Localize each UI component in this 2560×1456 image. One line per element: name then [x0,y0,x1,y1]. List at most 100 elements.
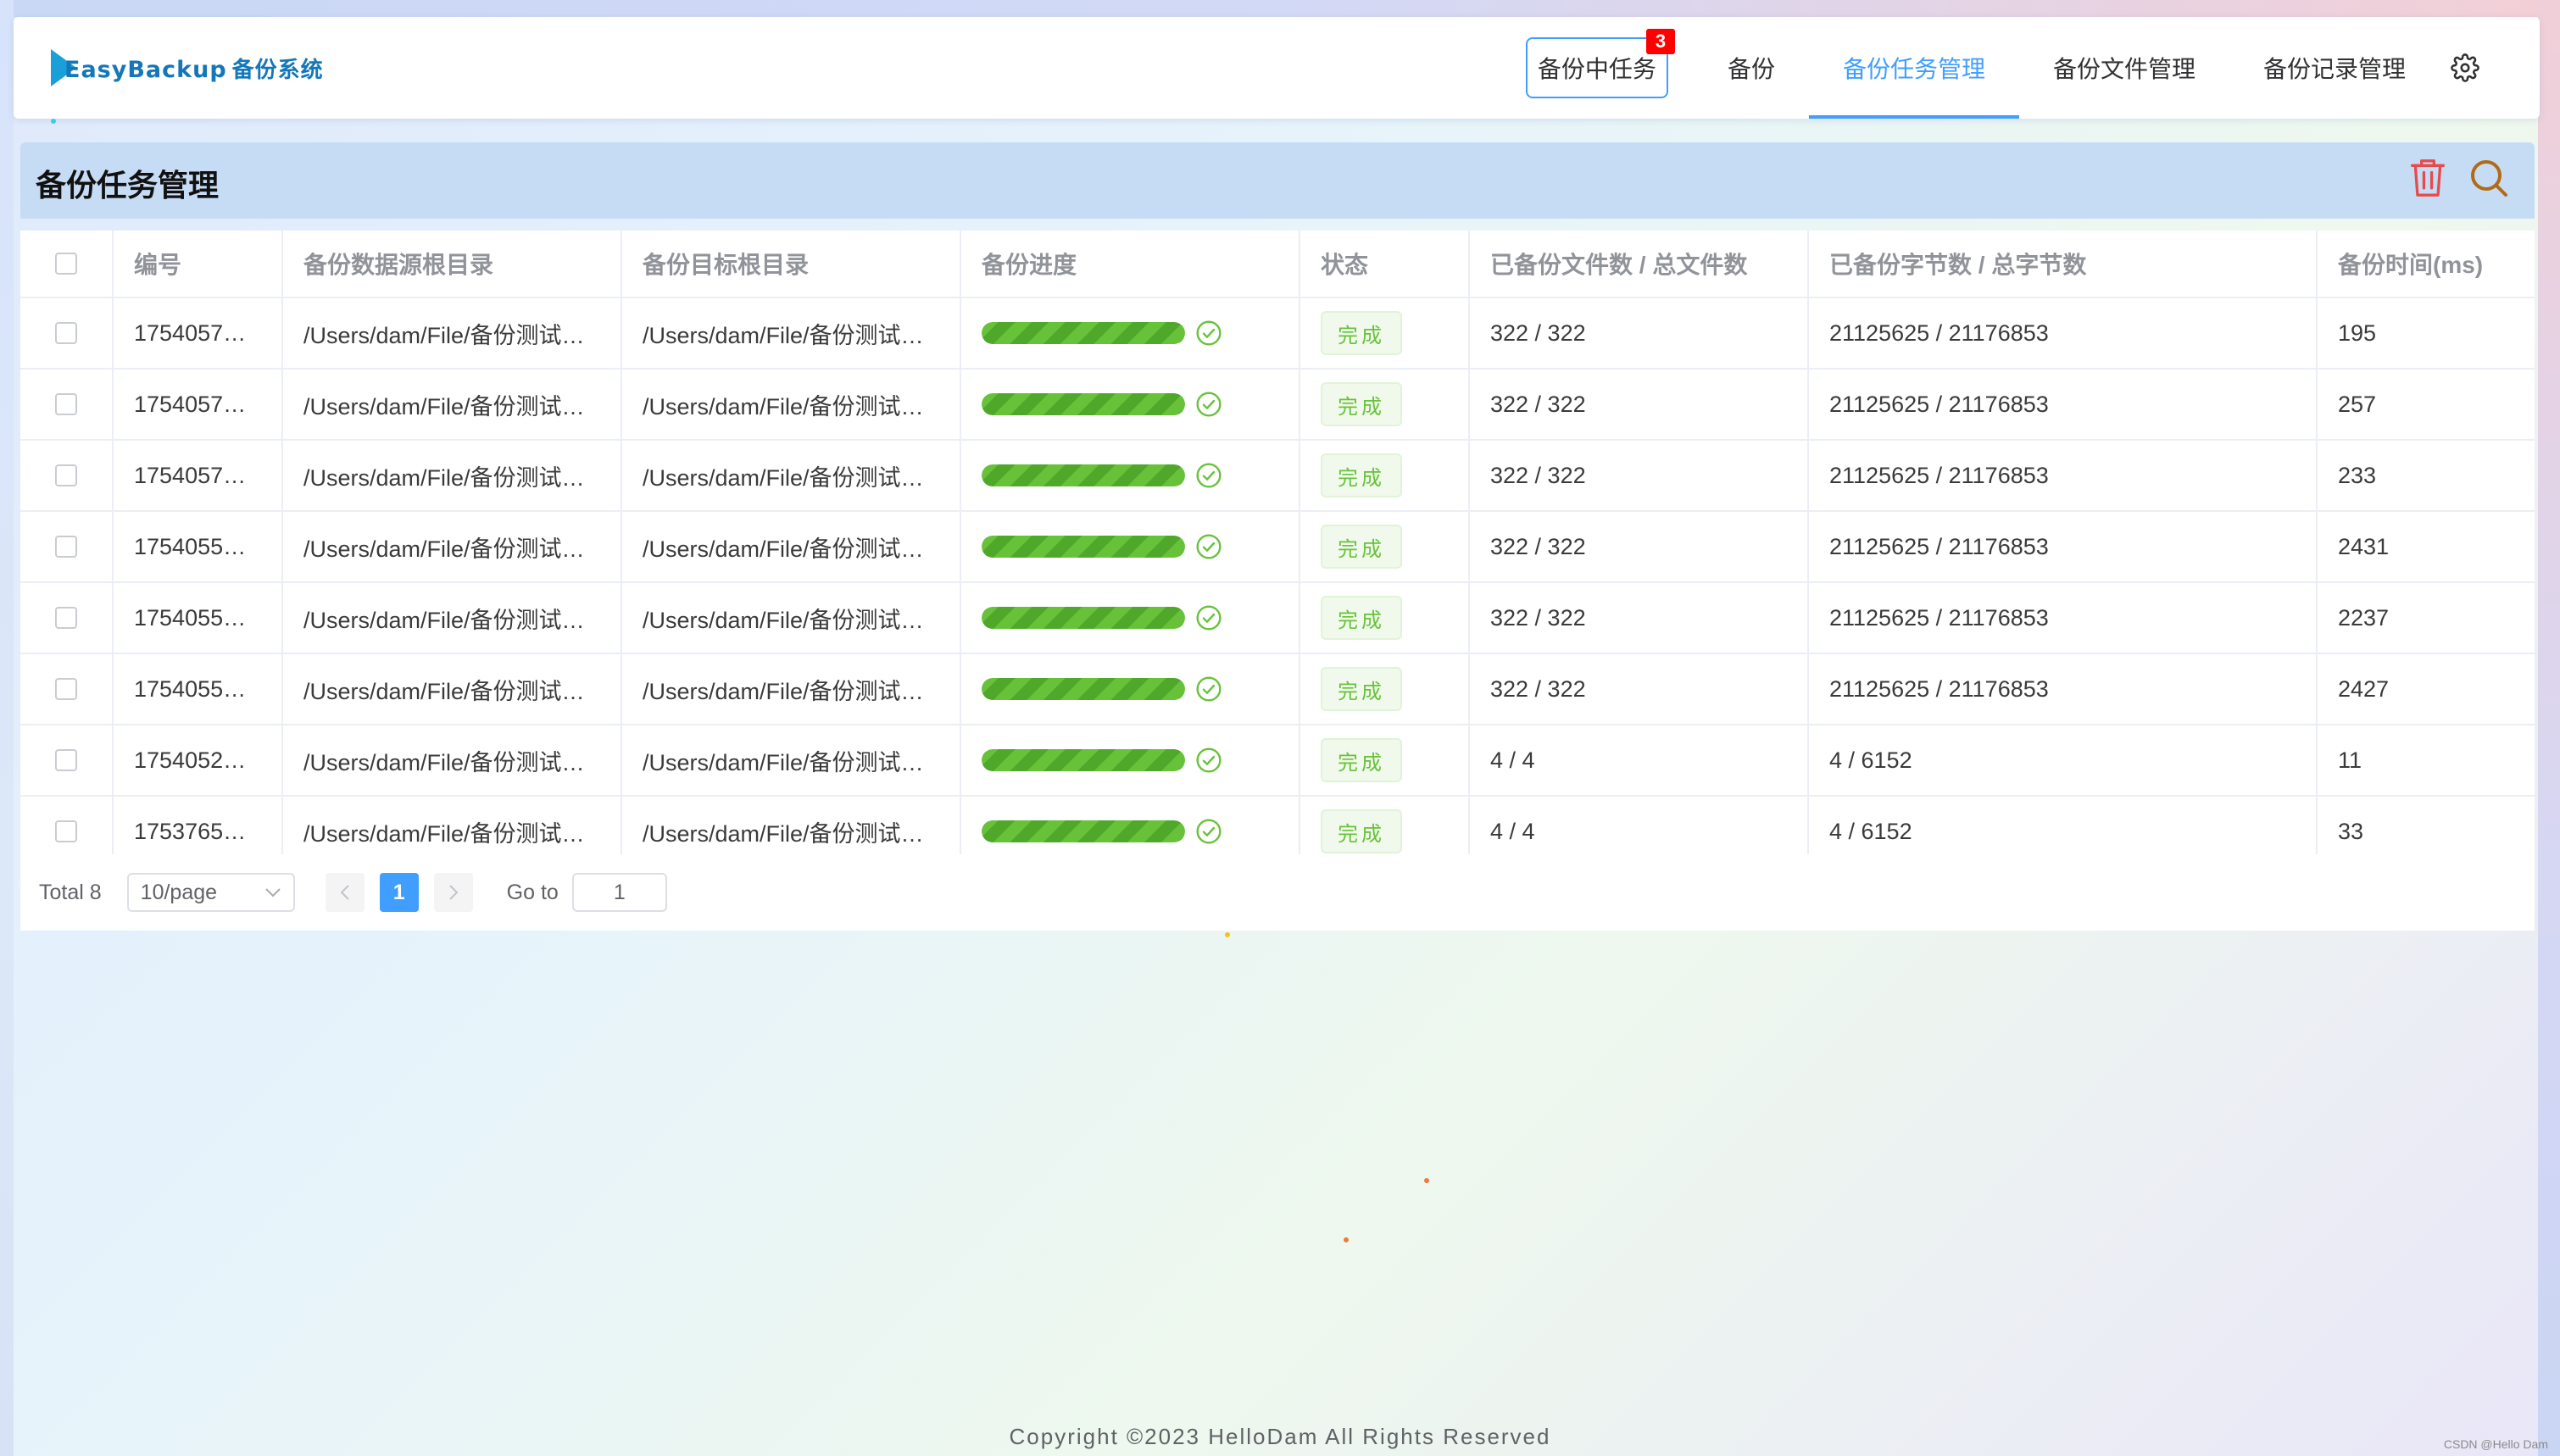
column-header-target[interactable]: 备份目标根目录 [622,231,961,297]
column-header-id[interactable]: 编号 [114,231,283,297]
table-row[interactable]: 1754052… /Users/dam/File/备份测试… /Users/da… [20,725,2535,797]
goto-page-input[interactable]: 1 [571,873,667,912]
logo-subtitle: 备份系统 [231,57,324,83]
file-count: 322 / 322 [1490,391,1586,417]
row-checkbox[interactable] [55,678,77,700]
backup-time: 2237 [2338,604,2390,631]
task-id: 1754057… [134,391,247,417]
table-row[interactable]: 1754055… /Users/dam/File/备份测试… /Users/da… [20,583,2535,654]
cell-source: /Users/dam/File/备份测试… [283,441,622,510]
column-header-source[interactable]: 备份数据源根目录 [283,231,622,297]
target-path: /Users/dam/File/备份测试… [643,393,924,420]
select-all-checkbox[interactable] [55,253,77,275]
byte-count: 4 / 6152 [1829,818,1912,844]
row-checkbox[interactable] [55,464,77,486]
cell-id: 1754057… [114,441,283,510]
byte-count: 21125625 / 21176853 [1829,604,2049,631]
delete-button[interactable] [2409,158,2446,203]
cell-target: /Users/dam/File/备份测试… [622,725,961,795]
row-checkbox[interactable] [55,322,77,344]
gear-icon [2451,53,2479,82]
cell-source: /Users/dam/File/备份测试… [283,654,622,724]
cell-bytes: 21125625 / 21176853 [1809,370,2318,439]
page-number-current[interactable]: 1 [379,873,419,912]
source-path: /Users/dam/File/备份测试… [303,607,585,633]
pagination-total: Total 8 [39,880,102,904]
cell-progress [961,725,1300,795]
progress-bar [982,678,1185,700]
table-row[interactable]: 1754057… /Users/dam/File/备份测试… /Users/da… [20,441,2535,512]
settings-button[interactable] [2440,17,2490,119]
cell-bytes: 4 / 6152 [1809,725,2318,795]
column-header-status[interactable]: 状态 [1300,231,1470,297]
column-header-files[interactable]: 已备份文件数 / 总文件数 [1470,231,1809,297]
backup-time: 2427 [2338,675,2390,702]
row-checkbox[interactable] [55,536,77,558]
cell-target: /Users/dam/File/备份测试… [622,512,961,581]
cell-files: 4 / 4 [1470,725,1809,795]
table-row[interactable]: 1754057… /Users/dam/File/备份测试… /Users/da… [20,370,2535,441]
page-size-value: 10/page [140,880,218,904]
check-circle-icon [1196,392,1222,417]
row-checkbox[interactable] [55,393,77,415]
byte-count: 21125625 / 21176853 [1829,462,2049,488]
nav-item-file-management[interactable]: 备份文件管理 [2019,17,2229,119]
search-icon [2471,160,2507,197]
column-header-time[interactable]: 备份时间(ms) [2318,231,2535,297]
running-tasks-button[interactable]: 备份中任务 3 [1525,29,1675,98]
column-header-bytes[interactable]: 已备份字节数 / 总字节数 [1809,231,2318,297]
cell-time: 2427 [2318,654,2535,724]
trash-icon [2411,159,2445,197]
backup-time: 257 [2338,391,2377,417]
cell-target: /Users/dam/File/备份测试… [622,370,961,439]
cell-files: 322 / 322 [1470,298,1809,368]
cell-files: 322 / 322 [1470,512,1809,581]
cell-id: 1754052… [114,725,283,795]
footer-copyright: Copyright ©2023 HelloDam All Rights Rese… [1009,1424,1551,1449]
row-checkbox[interactable] [55,607,77,629]
nav-item-task-management[interactable]: 备份任务管理 [1808,17,2019,119]
row-checkbox[interactable] [55,820,77,842]
panel-header: 备份任务管理 [20,142,2535,219]
row-checkbox[interactable] [55,749,77,771]
running-tasks-badge: 3 [1645,29,1675,54]
progress-bar [982,536,1185,558]
main-nav: 备份中任务 3 备份 备份任务管理 备份文件管理 备份记录管理 [1525,17,2490,119]
progress-fill [982,322,1185,344]
check-circle-icon [1196,605,1222,631]
file-count: 322 / 322 [1490,604,1586,631]
prev-page-button[interactable] [325,873,365,912]
backup-time: 2431 [2338,533,2390,559]
task-id: 1754055… [134,675,247,702]
column-header-progress[interactable]: 备份进度 [961,231,1300,297]
table-row[interactable]: 1754055… /Users/dam/File/备份测试… /Users/da… [20,512,2535,583]
next-page-button[interactable] [433,873,473,912]
search-button[interactable] [2468,158,2509,203]
source-path: /Users/dam/File/备份测试… [303,393,585,420]
cell-status: 完成 [1300,298,1470,368]
cell-progress [961,370,1300,439]
table-row[interactable]: 1754057… /Users/dam/File/备份测试… /Users/da… [20,298,2535,370]
file-count: 4 / 4 [1490,747,1535,773]
cell-id: 1754057… [114,370,283,439]
progress-fill [982,393,1185,415]
page-size-select[interactable]: 10/page [126,873,295,912]
running-tasks-label: 备份中任务 [1537,56,1656,82]
byte-count: 21125625 / 21176853 [1829,391,2049,417]
table-row[interactable]: 1754055… /Users/dam/File/备份测试… /Users/da… [20,654,2535,725]
row-select-cell [20,725,114,795]
source-path: /Users/dam/File/备份测试… [303,678,585,704]
nav-item-backup[interactable]: 备份 [1694,17,1809,119]
pagination: Total 8 10/page 1 Go to 1 [20,854,2535,931]
byte-count: 21125625 / 21176853 [1829,533,2049,559]
nav-item-record-management[interactable]: 备份记录管理 [2229,17,2440,119]
chevron-down-icon [264,888,281,897]
app-logo[interactable]: EasyBackup 备份系统 [51,44,324,92]
progress-bar [982,393,1185,415]
cell-files: 322 / 322 [1470,370,1809,439]
task-id: 1754052… [134,747,247,773]
cell-id: 1754057… [114,298,283,368]
cell-progress [961,512,1300,581]
status-badge: 完成 [1321,382,1402,426]
header-select-cell [20,231,114,297]
